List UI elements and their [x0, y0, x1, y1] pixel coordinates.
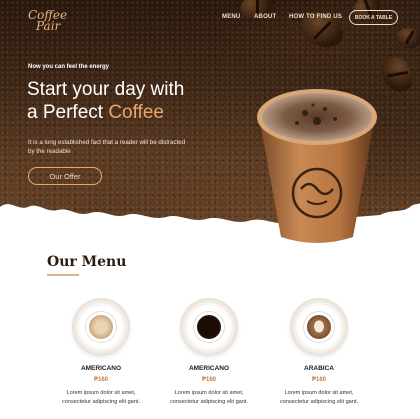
menu-item-name: AMERICANO: [80, 365, 122, 372]
menu-item-price: ₱160: [201, 377, 216, 383]
hero-headline-line1: Start your day with: [27, 79, 185, 100]
menu-item-name: AMERICANO: [188, 365, 230, 372]
menu-item-description: Lorem ipsum dolor sit amet, consectetur a…: [61, 390, 141, 405]
menu-item-name: ARABICA: [304, 365, 334, 372]
coffee-cup-topview-image: [72, 298, 130, 356]
menu-item-card[interactable]: ARABICA ₱160 Lorem ipsum dolor sit amet,…: [264, 298, 374, 407]
hero-tagline: Now you can feel the energy: [28, 64, 110, 70]
menu-item-price: ₱160: [311, 377, 326, 383]
coffee-cup-image: [257, 89, 377, 243]
hero-headline-accent: Coffee: [108, 102, 164, 123]
hero-headline-line2: a Perfect: [27, 102, 109, 123]
coffee-cup-topview-image: [180, 298, 238, 356]
brand-logo-line2: Pair: [36, 19, 61, 33]
menu-title-underline: [47, 274, 79, 276]
book-a-table-button[interactable]: BOOK A TABLE: [349, 10, 398, 25]
menu-item-card[interactable]: AMERICANO ₱160 Lorem ipsum dolor sit ame…: [46, 298, 156, 407]
menu-item-description: Lorem ipsum dolor sit amet, consectetur a…: [279, 390, 359, 405]
coffee-cup-topview-image: [290, 298, 348, 356]
nav-item-how-to-find-us[interactable]: HOW TO FIND US: [289, 14, 342, 20]
menu-item-card[interactable]: AMERICANO ₱160 Lorem ipsum dolor sit ame…: [154, 298, 264, 407]
menu-item-price: ₱160: [93, 377, 108, 383]
nav-item-menu[interactable]: MENU: [222, 14, 240, 20]
menu-section-title: Our Menu: [47, 254, 127, 270]
our-offer-button[interactable]: Our Offer: [28, 167, 102, 185]
hero-description: It is a long established fact that a rea…: [28, 139, 186, 155]
nav-item-about[interactable]: ABOUT: [254, 14, 276, 20]
hero-headline: Start your day with a Perfect Coffee: [27, 78, 227, 124]
brand-logo[interactable]: Coffee Pair: [28, 9, 67, 33]
menu-item-description: Lorem ipsum dolor sit amet, consectetur a…: [169, 390, 249, 405]
